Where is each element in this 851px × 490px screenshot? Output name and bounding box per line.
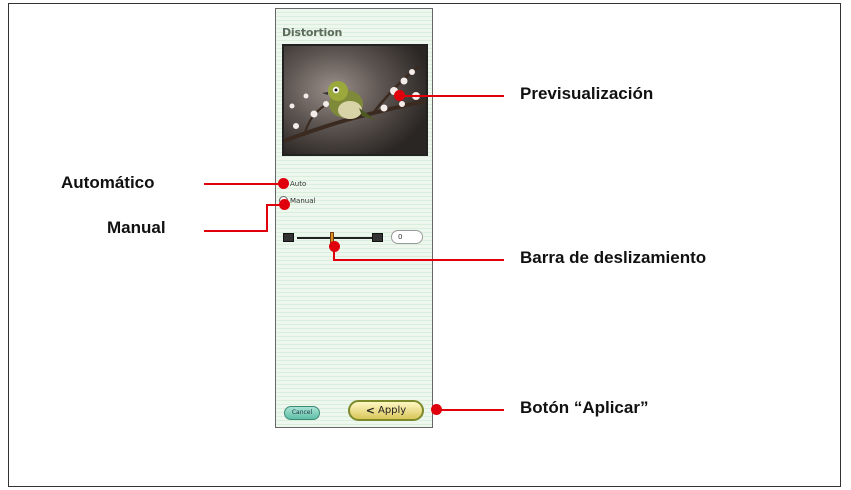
callout-line-auto <box>204 183 284 185</box>
callout-line-manual-h <box>204 230 268 232</box>
callout-label-preview: Previsualización <box>520 84 654 103</box>
slider-value-field[interactable]: 0 <box>391 230 423 244</box>
apply-button[interactable]: < Apply <box>348 400 424 421</box>
preview-image <box>282 44 428 156</box>
bird-photo <box>284 46 426 154</box>
chevron-left-icon: < <box>365 404 375 417</box>
callout-label-slider: Barra de deslizamiento <box>520 248 707 267</box>
pincushion-distortion-icon <box>372 233 383 242</box>
callout-line-preview <box>400 95 504 97</box>
callout-label-manual: Manual <box>107 218 166 237</box>
cancel-button[interactable]: Cancel <box>284 406 320 420</box>
callout-line-apply <box>436 409 504 411</box>
callout-label-auto: Automático <box>61 173 155 192</box>
callout-line-manual-v <box>266 204 268 232</box>
callout-line-slider-h <box>333 259 504 261</box>
manual-radio-label: Manual <box>290 196 316 205</box>
apply-button-label: Apply <box>377 405 407 416</box>
callout-line-slider-v <box>333 244 335 260</box>
slider-track[interactable] <box>297 237 379 239</box>
panel-title: Distortion <box>282 26 343 39</box>
auto-radio-label: Auto <box>290 179 307 188</box>
barrel-distortion-icon <box>283 233 294 242</box>
distortion-panel: Distortion Auto Manual 0 Cancel < Apply <box>275 8 433 428</box>
distortion-slider[interactable]: 0 <box>283 230 423 246</box>
callout-dot-manual <box>279 199 290 210</box>
callout-dot-auto <box>278 178 289 189</box>
callout-label-apply: Botón “Aplicar” <box>520 398 649 417</box>
